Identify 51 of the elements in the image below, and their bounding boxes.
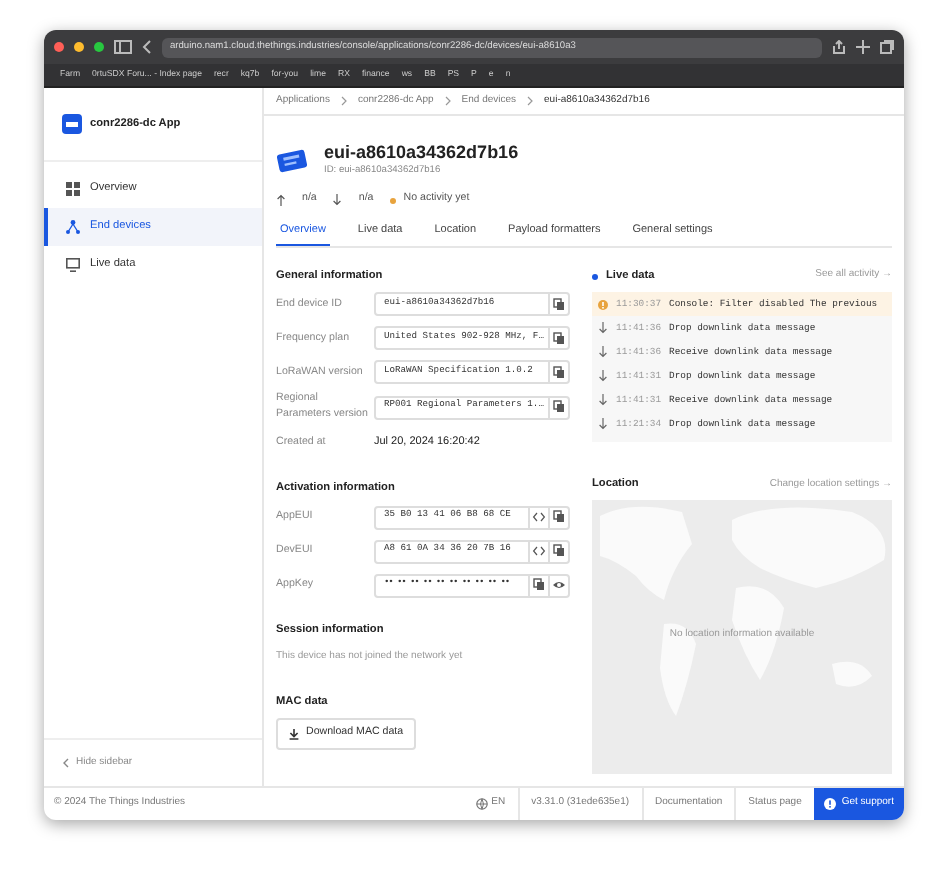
nodes-icon xyxy=(66,220,80,234)
monitor-icon xyxy=(66,258,80,272)
sidebar-icon[interactable] xyxy=(114,40,132,54)
code-icon xyxy=(532,510,546,525)
copy-button[interactable] xyxy=(548,397,568,418)
arrow-down-icon xyxy=(598,394,608,407)
copy-icon xyxy=(552,544,566,559)
back-icon[interactable] xyxy=(142,40,152,54)
chevron-left-icon xyxy=(62,758,70,768)
copy-icon xyxy=(552,510,566,525)
eye-icon xyxy=(552,578,566,593)
code-icon xyxy=(532,544,546,559)
tabs-icon[interactable] xyxy=(880,40,894,54)
zoom-dot[interactable] xyxy=(94,42,104,52)
download-icon xyxy=(288,727,300,740)
copy-icon xyxy=(552,331,566,346)
copy-button[interactable] xyxy=(548,362,568,383)
device-icon xyxy=(276,148,308,175)
copy-button[interactable] xyxy=(548,294,568,315)
eye-button[interactable] xyxy=(548,575,568,596)
code-button[interactable] xyxy=(528,541,548,562)
copy-button[interactable] xyxy=(528,575,548,596)
copy-icon xyxy=(552,400,566,415)
arrow-down-icon xyxy=(598,418,608,431)
app-logo-icon xyxy=(62,114,82,134)
globe-icon xyxy=(475,798,488,810)
help-icon xyxy=(823,798,836,810)
copy-icon xyxy=(552,297,566,312)
copy-icon xyxy=(532,578,546,593)
copy-button[interactable] xyxy=(548,507,568,528)
copy-icon xyxy=(552,365,566,380)
arrow-down-icon xyxy=(598,322,608,335)
grid-icon xyxy=(66,182,80,196)
plus-icon[interactable] xyxy=(856,40,870,54)
copy-button[interactable] xyxy=(548,328,568,349)
chevron-right-icon xyxy=(526,96,535,106)
code-button[interactable] xyxy=(528,507,548,528)
copy-button[interactable] xyxy=(548,541,568,562)
arrow-down-icon xyxy=(332,194,343,207)
warning-icon xyxy=(598,299,608,310)
status-dot xyxy=(389,197,396,204)
arrow-down-icon xyxy=(598,346,608,359)
chevron-right-icon xyxy=(443,96,452,106)
arrow-up-icon xyxy=(276,194,286,207)
live-dot xyxy=(592,273,598,280)
share-icon[interactable] xyxy=(832,40,846,54)
arrow-down-icon xyxy=(598,370,608,383)
minimize-dot[interactable] xyxy=(74,42,84,52)
device-title: eui-a8610a34362d7b16 xyxy=(324,144,519,164)
close-dot[interactable] xyxy=(54,42,64,52)
chevron-right-icon xyxy=(339,96,348,106)
